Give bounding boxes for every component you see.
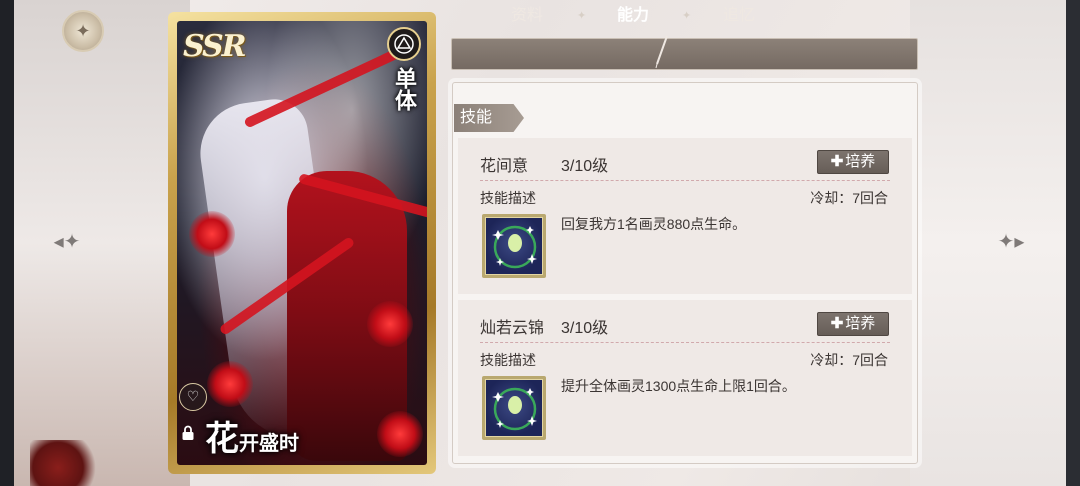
tab-separator: ✦ bbox=[682, 9, 692, 22]
tab-bar bbox=[451, 38, 918, 70]
card-title: 花开盛时 bbox=[205, 411, 299, 460]
card-title-big: 花 bbox=[205, 419, 239, 459]
divider bbox=[480, 342, 890, 343]
tab-memory[interactable]: 追忆 bbox=[723, 0, 755, 32]
train-label: 培养 bbox=[845, 153, 876, 170]
spider-lily bbox=[377, 411, 423, 457]
card-artwork: SSR 单体 ♡ 花开盛时 bbox=[177, 21, 427, 465]
skill-icon-art bbox=[485, 217, 543, 275]
target-type-icon bbox=[387, 27, 421, 61]
rose-decoration bbox=[30, 440, 100, 486]
skill-description: 提升全体画灵1300点生命上限1回合。 bbox=[561, 378, 796, 394]
character-card[interactable]: SSR 单体 ♡ 花开盛时 bbox=[168, 12, 436, 474]
ribbon bbox=[243, 43, 411, 129]
tab-separator: ✦ bbox=[577, 9, 587, 22]
train-button[interactable]: ✚ 培养 bbox=[817, 150, 889, 174]
skill-desc-label: 技能描述 bbox=[480, 190, 536, 206]
skill-cooldown: 冷却：7回合 bbox=[810, 352, 888, 368]
quill-pen-icon bbox=[655, 35, 668, 69]
screen-edge-right bbox=[1066, 0, 1080, 486]
background-right bbox=[910, 0, 1080, 486]
train-button[interactable]: ✚ 培养 bbox=[817, 312, 889, 336]
train-label: 培养 bbox=[845, 315, 876, 332]
target-type-label: 单体 bbox=[391, 67, 417, 111]
back-ornament-icon[interactable]: ✦ bbox=[62, 10, 104, 52]
spider-lily bbox=[207, 361, 253, 407]
section-tag: 技能 bbox=[454, 104, 524, 132]
card-title-small: 开盛时 bbox=[239, 431, 299, 455]
skill-level: 3/10级 bbox=[561, 158, 609, 175]
skill-description: 回复我方1名画灵880点生命。 bbox=[561, 216, 747, 232]
prev-arrow-icon[interactable]: ◂✦ bbox=[52, 226, 82, 256]
plus-icon: ✚ bbox=[830, 153, 844, 170]
plus-icon: ✚ bbox=[830, 315, 844, 332]
skill-card: 花间意 3/10级 ✚ 培养 技能描述 冷却：7回合 回复我方1名画灵880点生命… bbox=[458, 138, 912, 294]
heart-icon[interactable]: ♡ bbox=[179, 383, 207, 411]
divider bbox=[480, 180, 890, 181]
skill-name: 灿若云锦 bbox=[480, 320, 545, 337]
heal-skill-icon[interactable] bbox=[482, 376, 546, 440]
next-arrow-icon[interactable]: ✦▸ bbox=[996, 226, 1026, 256]
heal-skill-icon[interactable] bbox=[482, 214, 546, 278]
screen-edge-left bbox=[0, 0, 14, 486]
skill-level: 3/10级 bbox=[561, 320, 609, 337]
skill-card: 灿若云锦 3/10级 ✚ 培养 技能描述 冷却：7回合 提升全体画灵1300点生命… bbox=[458, 300, 912, 456]
skill-desc-label: 技能描述 bbox=[480, 352, 536, 368]
tab-ability[interactable]: 能力 bbox=[617, 0, 649, 32]
spider-lily bbox=[367, 301, 413, 347]
lock-icon[interactable] bbox=[181, 425, 197, 443]
skill-icon-art bbox=[485, 379, 543, 437]
skill-name: 花间意 bbox=[480, 158, 529, 175]
skill-cooldown: 冷却：7回合 bbox=[810, 190, 888, 206]
spider-lily bbox=[189, 211, 235, 257]
background-left bbox=[0, 0, 190, 486]
tab-profile[interactable]: 资料 bbox=[511, 0, 543, 32]
rarity-badge: SSR bbox=[183, 29, 247, 64]
